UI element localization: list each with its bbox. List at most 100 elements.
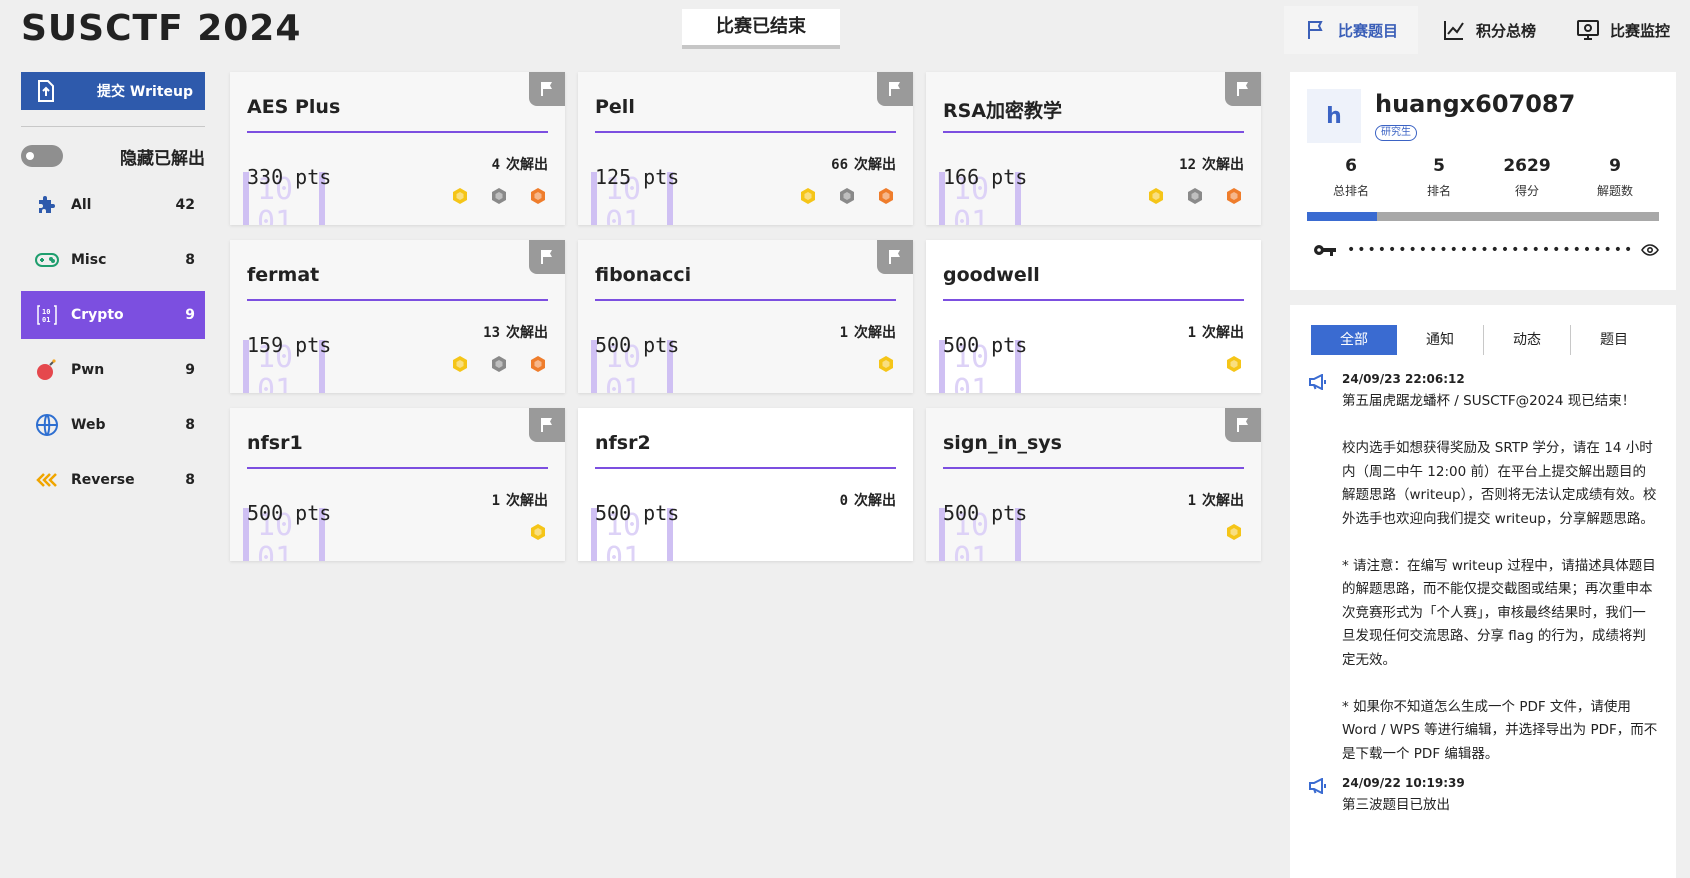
category-misc-count: 8 xyxy=(185,252,195,268)
nav-scoreboard[interactable]: 积分总榜 xyxy=(1422,6,1556,54)
blood-medals xyxy=(1146,186,1244,206)
challenge-title: sign_in_sys xyxy=(943,432,1062,454)
user-card: h huangx607087 研究生 6 总排名 5 排名 2629 得分 9 解题数 … xyxy=(1290,72,1676,290)
challenge-solves: 4 次解出 xyxy=(492,154,548,174)
blood-medals xyxy=(798,186,896,206)
blood-medals xyxy=(876,354,896,374)
category-misc[interactable]: Misc 8 xyxy=(21,236,205,284)
blood-medals xyxy=(450,186,548,206)
category-web-count: 8 xyxy=(185,417,195,433)
solve-label: 次解出 xyxy=(1202,157,1244,173)
stat-score: 2629 得分 xyxy=(1503,156,1551,198)
challenge-title: RSA加密教学 xyxy=(943,100,1063,122)
gold-medal-icon xyxy=(531,524,545,540)
challenge-card[interactable]: 10 01 goodwell 500 pts 1 次解出 xyxy=(926,240,1261,393)
svg-text:01: 01 xyxy=(953,541,989,561)
solved-flag-icon xyxy=(1225,408,1261,442)
token-masked: •••••••••••••••••••••••••••••• xyxy=(1347,242,1633,258)
solve-label: 次解出 xyxy=(506,325,548,341)
category-all-name: All xyxy=(71,197,92,213)
svg-text:01: 01 xyxy=(257,373,293,393)
challenge-solves: 1 次解出 xyxy=(1188,490,1244,510)
challenge-card[interactable]: 10 01 AES Plus 330 pts 4 次解出 xyxy=(230,72,565,225)
category-crypto[interactable]: 10 01 Crypto 9 xyxy=(21,291,205,339)
challenge-card[interactable]: 10 01 nfsr1 500 pts 1 次解出 xyxy=(230,408,565,561)
solve-count: 1 xyxy=(839,325,848,341)
challenge-solves: 0 次解出 xyxy=(840,490,896,510)
challenge-points: 166 pts xyxy=(943,165,1028,189)
nav-scoreboard-label: 积分总榜 xyxy=(1475,21,1536,40)
category-pwn[interactable]: Pwn 9 xyxy=(21,346,205,394)
username: huangx607087 xyxy=(1375,90,1576,118)
challenge-solves: 12 次解出 xyxy=(1179,154,1244,174)
notice-tabs: 全部 通知 动态 题目 xyxy=(1311,325,1657,355)
gold-medal-icon xyxy=(1227,356,1241,372)
challenge-card[interactable]: 10 01 RSA加密教学 166 pts 12 次解出 xyxy=(926,72,1261,225)
challenge-card[interactable]: 10 01 sign_in_sys 500 pts 1 次解出 xyxy=(926,408,1261,561)
svg-text:01: 01 xyxy=(953,373,989,393)
notice-text: 第三波题目已放出 xyxy=(1342,797,1450,813)
svg-text:10: 10 xyxy=(42,308,50,316)
gamepad-icon xyxy=(33,246,61,274)
challenge-divider xyxy=(595,467,896,469)
tab-challenges[interactable]: 题目 xyxy=(1571,325,1657,355)
solve-label: 次解出 xyxy=(506,157,548,173)
tab-activity[interactable]: 动态 xyxy=(1484,325,1570,355)
solve-label: 次解出 xyxy=(1202,493,1244,509)
nav-monitor-label: 比赛监控 xyxy=(1609,21,1670,40)
notice-panel: 全部 通知 动态 题目 24/09/23 22:06:12 第五届虎踞龙蟠杯 /… xyxy=(1290,305,1676,878)
nav-challenges[interactable]: 比赛题目 xyxy=(1283,6,1418,54)
challenge-card[interactable]: 10 01 fermat 159 pts 13 次解出 xyxy=(230,240,565,393)
megaphone-icon xyxy=(1308,776,1332,818)
silver-medal-icon xyxy=(492,188,506,204)
user-role-badge: 研究生 xyxy=(1375,125,1417,141)
category-web[interactable]: Web 8 xyxy=(21,401,205,449)
solve-count: 1 xyxy=(491,493,500,509)
category-reverse-name: Reverse xyxy=(71,472,135,488)
bronze-medal-icon xyxy=(531,188,545,204)
category-all[interactable]: All 42 xyxy=(21,181,205,229)
challenge-card[interactable]: 10 01 nfsr2 500 pts 0 次解出 xyxy=(578,408,913,561)
silver-medal-icon xyxy=(840,188,854,204)
tab-notice[interactable]: 通知 xyxy=(1397,325,1483,355)
challenge-card[interactable]: 10 01 fibonacci 500 pts 1 次解出 xyxy=(578,240,913,393)
notice-time: 24/09/23 22:06:12 xyxy=(1342,372,1465,386)
notice-list: 24/09/23 22:06:12 第五届虎踞龙蟠杯 / SUSCTF@2024… xyxy=(1308,372,1658,828)
tab-all[interactable]: 全部 xyxy=(1311,325,1397,355)
gold-medal-icon xyxy=(879,356,893,372)
category-reverse[interactable]: Reverse 8 xyxy=(21,456,205,504)
eye-icon[interactable] xyxy=(1641,244,1659,256)
nav-monitor[interactable]: 比赛监控 xyxy=(1556,6,1690,54)
challenge-divider xyxy=(943,467,1244,469)
challenge-card[interactable]: 10 01 Pell 125 pts 66 次解出 xyxy=(578,72,913,225)
challenge-divider xyxy=(943,131,1244,133)
svg-text:01: 01 xyxy=(605,205,641,225)
solve-count: 66 xyxy=(831,157,848,173)
challenge-divider xyxy=(247,467,548,469)
silver-medal-icon xyxy=(492,356,506,372)
gold-medal-icon xyxy=(453,356,467,372)
stat-total-rank: 6 总排名 xyxy=(1332,156,1369,198)
bomb-icon xyxy=(33,356,61,384)
solve-label: 次解出 xyxy=(854,157,896,173)
app-title: SUSCTF 2024 xyxy=(21,8,302,49)
svg-text:01: 01 xyxy=(953,205,989,225)
flag-icon xyxy=(1307,21,1323,39)
challenge-points: 500 pts xyxy=(595,333,680,357)
submit-writeup-button[interactable]: 提交 Writeup xyxy=(21,72,205,110)
svg-text:01: 01 xyxy=(257,205,293,225)
hide-solved-toggle[interactable] xyxy=(21,145,63,167)
notice-time: 24/09/22 10:19:39 xyxy=(1342,776,1465,790)
svg-text:01: 01 xyxy=(605,541,641,561)
category-all-count: 42 xyxy=(175,197,195,213)
category-pwn-name: Pwn xyxy=(71,362,105,378)
category-web-name: Web xyxy=(71,417,106,433)
challenge-points: 500 pts xyxy=(943,501,1028,525)
challenge-divider xyxy=(943,299,1244,301)
challenge-title: nfsr2 xyxy=(595,432,651,454)
challenge-points: 500 pts xyxy=(247,501,332,525)
solve-count: 13 xyxy=(483,325,500,341)
solve-label: 次解出 xyxy=(1202,325,1244,341)
solve-count: 12 xyxy=(1179,157,1196,173)
category-crypto-count: 9 xyxy=(185,307,195,323)
